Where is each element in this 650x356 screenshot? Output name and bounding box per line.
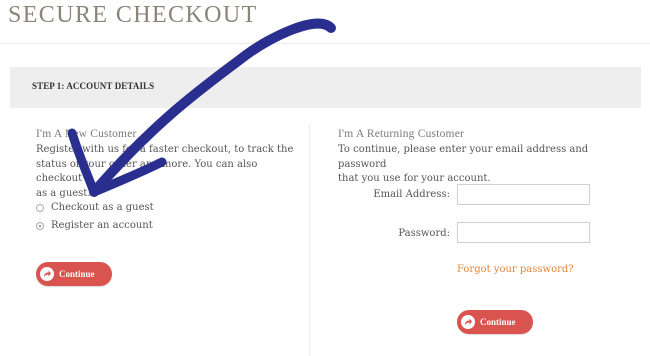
continue-label: Continue bbox=[480, 317, 516, 327]
new-customer-text-line: status of your order and more. You can a… bbox=[36, 158, 258, 185]
step-label: STEP 1: ACCOUNT DETAILS bbox=[32, 81, 155, 91]
redo-arrow-icon bbox=[40, 267, 54, 281]
forgot-password-link[interactable]: Forgot your password? bbox=[457, 264, 574, 275]
radio-register-account[interactable]: Register an account bbox=[36, 220, 153, 231]
returning-customer-text-line: To continue, please enter your email add… bbox=[338, 144, 589, 170]
radio-button[interactable] bbox=[36, 203, 44, 212]
radio-button-checked[interactable] bbox=[36, 221, 44, 230]
returning-customer-heading: I'm A Returning Customer bbox=[338, 128, 465, 140]
password-field[interactable] bbox=[457, 222, 590, 243]
returning-customer-description: To continue, please enter your email add… bbox=[338, 143, 638, 187]
page-title: SECURE CHECKOUT bbox=[8, 2, 258, 28]
returning-customer-continue-button[interactable]: Continue bbox=[457, 310, 533, 334]
continue-label: Continue bbox=[59, 269, 95, 279]
new-customer-description: Register with us for a faster checkout, … bbox=[36, 143, 298, 201]
radio-label: Register an account bbox=[51, 220, 153, 231]
new-customer-heading: I'm A New Customer bbox=[36, 128, 137, 140]
email-label: Email Address: bbox=[373, 189, 450, 200]
column-divider bbox=[309, 125, 310, 356]
new-customer-text-line: as a guest. bbox=[36, 187, 91, 199]
new-customer-text-line: Register with us for a faster checkout, … bbox=[36, 144, 294, 155]
password-label: Password: bbox=[398, 228, 450, 239]
email-field[interactable] bbox=[457, 184, 590, 205]
radio-label: Checkout as a guest bbox=[51, 202, 154, 213]
radio-checkout-guest[interactable]: Checkout as a guest bbox=[36, 202, 154, 213]
step-bar: STEP 1: ACCOUNT DETAILS bbox=[10, 67, 641, 108]
title-divider bbox=[0, 43, 650, 44]
redo-arrow-icon bbox=[461, 315, 475, 329]
new-customer-continue-button[interactable]: Continue bbox=[36, 262, 112, 286]
